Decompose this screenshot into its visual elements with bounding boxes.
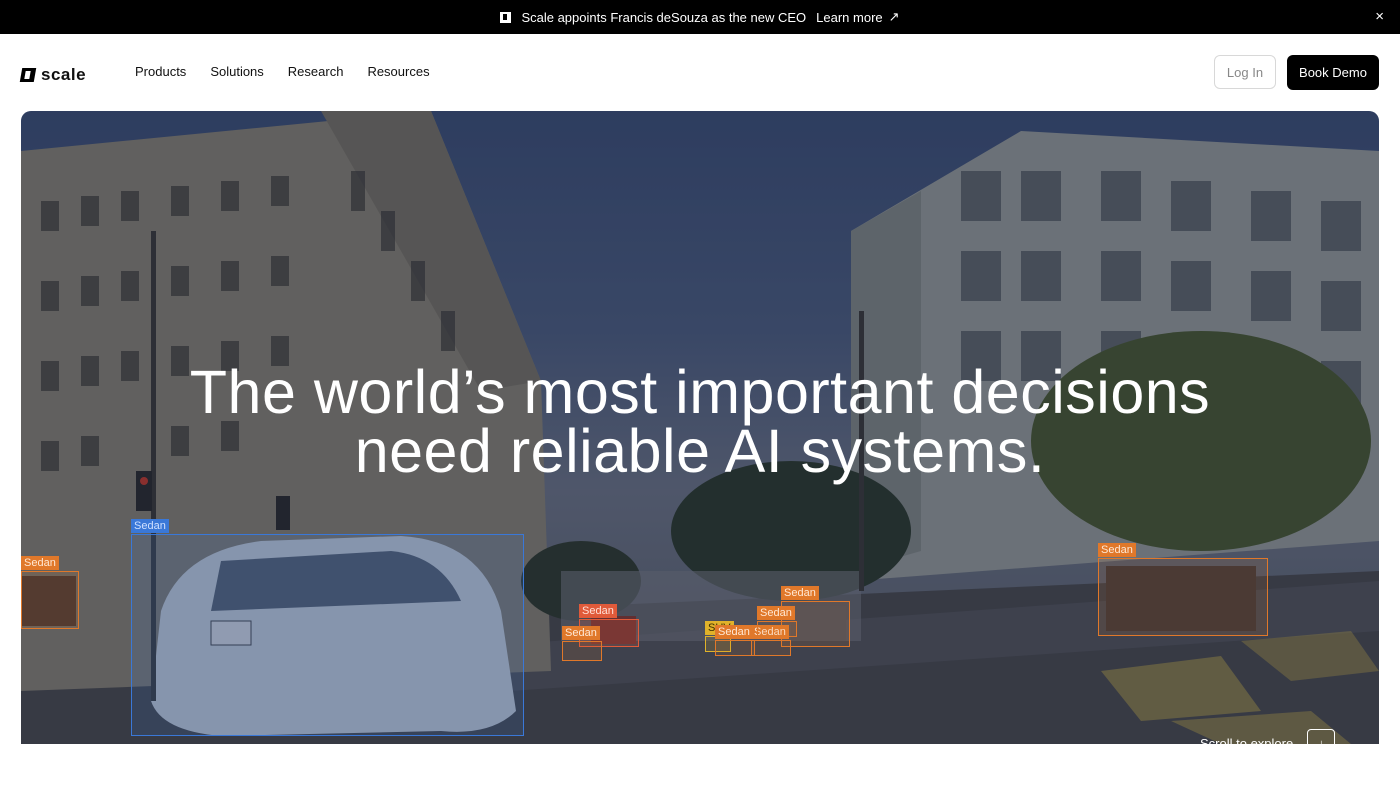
brand-logo[interactable]: scale [19, 65, 87, 85]
detection-label: Sedan [715, 625, 753, 639]
nav-item-research[interactable]: Research [288, 64, 344, 79]
announcement-text: Scale appoints Francis deSouza as the ne… [521, 9, 807, 25]
scale-logo-icon [19, 68, 37, 82]
detection-box: Sedan [131, 519, 524, 736]
arrow-down-icon[interactable]: ↓ [1307, 729, 1336, 757]
detection-box: Sedan [562, 626, 602, 661]
detection-box: Sedan [1098, 543, 1268, 636]
nav-item-resources[interactable]: Resources [367, 64, 429, 79]
top-nav: scale Products Solutions Research Resour… [0, 34, 1400, 111]
detection-label: Sedan [21, 556, 59, 570]
book-demo-button[interactable]: Book Demo [1287, 55, 1379, 90]
scale-logo-icon [500, 11, 512, 23]
detection-label: Sedan [757, 606, 795, 620]
scroll-to-explore[interactable]: Scroll to explore ↓ [1200, 729, 1336, 757]
scroll-label: Scroll to explore [1200, 735, 1294, 751]
headline-line-1: The world’s most important decisions [189, 358, 1211, 426]
detection-label: Sedan [562, 626, 600, 640]
nav-menu: Products Solutions Research Resources [135, 64, 430, 79]
close-icon[interactable]: × [1375, 8, 1384, 26]
brand-name: scale [41, 65, 87, 84]
announcement-bar: Scale appoints Francis deSouza as the ne… [0, 0, 1400, 34]
nav-item-products[interactable]: Products [135, 64, 186, 79]
detection-label: Sedan [781, 586, 819, 600]
detection-box: Sedan [751, 625, 791, 656]
arrow-up-right-icon: ↗ [888, 9, 900, 24]
learn-more-label: Learn more [816, 9, 883, 25]
login-button[interactable]: Log In [1214, 55, 1276, 89]
learn-more-link[interactable]: Learn more ↗ [816, 9, 899, 25]
hero-section: Sedan Sedan Sedan Sedan Sedan SUV Sedan … [21, 111, 1379, 744]
detection-label: Sedan [579, 604, 617, 618]
nav-item-solutions[interactable]: Solutions [210, 64, 263, 79]
detection-box: Sedan [715, 625, 755, 656]
hero-headline: The world’s most important decisions nee… [21, 358, 1379, 485]
detection-box: Sedan [757, 606, 797, 637]
headline-line-2: need reliable AI systems. [354, 417, 1046, 485]
detection-label: Sedan [131, 519, 169, 533]
detection-label: Sedan [1098, 543, 1136, 557]
detection-box: Sedan [21, 556, 79, 629]
